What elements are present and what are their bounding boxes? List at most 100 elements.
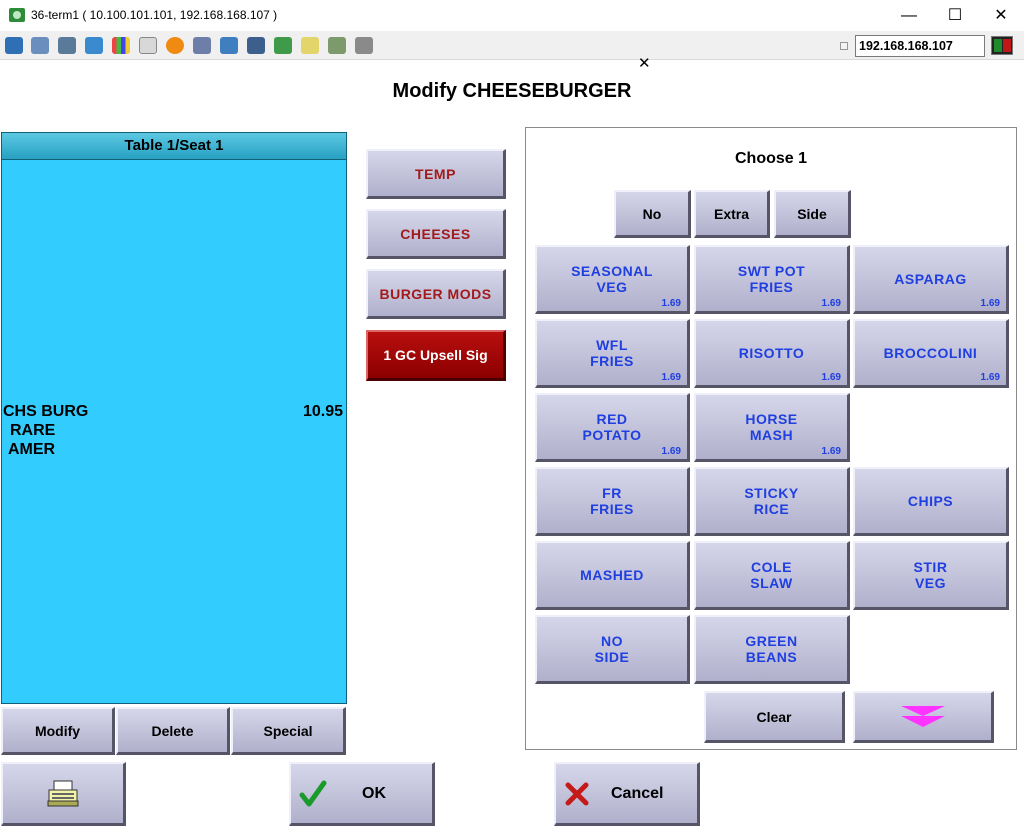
option-asparag[interactable]: ASPARAG 1.69: [853, 245, 1009, 314]
tools-icon[interactable]: [58, 37, 76, 54]
option-price: 1.69: [661, 446, 681, 457]
connection-status-icon: [991, 36, 1013, 55]
double-chevron-down-icon: [901, 705, 945, 727]
option-label: STICKY RICE: [744, 485, 799, 517]
option-fr-fries[interactable]: FR FRIES: [535, 467, 690, 536]
special-button-label: Special: [263, 722, 313, 739]
check-body[interactable]: CHS BURG 10.95 RARE AMER: [1, 160, 347, 704]
windows-icon[interactable]: [31, 37, 49, 54]
window-title: 36-term1 ( 10.100.101.101, 192.168.168.1…: [31, 8, 278, 22]
document-icon[interactable]: [301, 37, 319, 54]
print-button[interactable]: [1, 762, 126, 826]
option-stir-veg[interactable]: STIR VEG: [853, 541, 1009, 610]
option-red-potato[interactable]: RED POTATO 1.69: [535, 393, 690, 462]
burger-mods-button[interactable]: BURGER MODS: [366, 269, 506, 319]
side-prefix-label: Side: [797, 205, 827, 222]
option-wfl-fries[interactable]: WFL FRIES 1.69: [535, 319, 690, 388]
item-price: 10.95: [303, 403, 344, 420]
temp-label: TEMP: [415, 165, 456, 182]
special-button[interactable]: Special: [231, 707, 346, 755]
upsell-label: 1 GC Upsell Sig: [383, 347, 488, 363]
option-price: 1.69: [980, 298, 1000, 309]
option-label: GREEN BEANS: [745, 633, 798, 665]
cancel-button[interactable]: Cancel: [554, 762, 700, 826]
option-label: STIR VEG: [913, 559, 948, 591]
clear-button[interactable]: Clear: [704, 691, 845, 743]
option-label: NO SIDE: [594, 633, 630, 665]
option-broccolini[interactable]: BROCCOLINI 1.69: [853, 319, 1009, 388]
option-label: RISOTTO: [738, 345, 805, 361]
option-price: 1.69: [821, 372, 841, 383]
ok-label: OK: [362, 784, 386, 802]
option-risotto[interactable]: RISOTTO 1.69: [694, 319, 850, 388]
option-label: FR FRIES: [590, 485, 634, 517]
option-cole-slaw[interactable]: COLE SLAW: [694, 541, 850, 610]
delete-button[interactable]: Delete: [116, 707, 230, 755]
delete-button-label: Delete: [151, 722, 194, 739]
item-modifier[interactable]: AMER: [8, 441, 55, 459]
download-icon[interactable]: [274, 37, 292, 54]
cheeses-button[interactable]: CHEESES: [366, 209, 506, 259]
option-sticky-rice[interactable]: STICKY RICE: [694, 467, 850, 536]
option-price: 1.69: [821, 446, 841, 457]
side-prefix-button[interactable]: Side: [774, 190, 851, 238]
option-price: 1.69: [980, 372, 1000, 383]
option-price: 1.69: [661, 372, 681, 383]
network-icon[interactable]: [193, 37, 211, 54]
close-button[interactable]: ✕: [978, 0, 1024, 31]
cheeses-label: CHEESES: [400, 225, 471, 242]
option-price: 1.69: [821, 298, 841, 309]
no-prefix-button[interactable]: No: [614, 190, 691, 238]
refresh-icon[interactable]: [85, 37, 103, 54]
ip-address-input[interactable]: [855, 35, 985, 57]
option-horse-mash[interactable]: HORSE MASH 1.69: [694, 393, 850, 462]
option-seasonal-veg[interactable]: SEASONAL VEG 1.69: [535, 245, 690, 314]
option-mashed[interactable]: MASHED: [535, 541, 690, 610]
chat-icon[interactable]: [355, 37, 373, 54]
option-label: SEASONAL VEG: [571, 263, 653, 295]
item-modifier[interactable]: RARE: [10, 422, 55, 440]
app-icon: [9, 8, 25, 22]
option-chips[interactable]: CHIPS: [853, 467, 1009, 536]
option-label: ASPARAG: [894, 271, 967, 287]
choose-title: Choose 1: [734, 150, 807, 167]
option-label: SWT POT FRIES: [737, 263, 806, 295]
temp-button[interactable]: TEMP: [366, 149, 506, 199]
display-icon[interactable]: [247, 37, 265, 54]
remote-toolbar: [0, 31, 1024, 60]
maximize-button[interactable]: ☐: [932, 0, 978, 31]
option-price: 1.69: [661, 298, 681, 309]
no-prefix-label: No: [642, 205, 662, 222]
windows-flag-icon[interactable]: [112, 37, 130, 54]
keyboard-icon[interactable]: [139, 37, 157, 54]
clear-label: Clear: [756, 708, 792, 725]
option-label: MASHED: [580, 567, 644, 583]
printer-icon: [47, 780, 79, 806]
next-page-button[interactable]: [853, 691, 994, 743]
map-icon[interactable]: [328, 37, 346, 54]
checkmark-icon: [299, 780, 327, 806]
option-no-side[interactable]: NO SIDE: [535, 615, 690, 684]
option-green-beans[interactable]: GREEN BEANS: [694, 615, 850, 684]
dialog-title: Modify CHEESEBURGER: [392, 80, 632, 102]
option-label: BROCCOLINI: [883, 345, 978, 361]
modify-button-label: Modify: [34, 722, 81, 739]
check-header: Table 1/Seat 1: [1, 132, 347, 160]
item-name[interactable]: CHS BURG: [3, 403, 88, 421]
option-swt-pot-fries[interactable]: SWT POT FRIES 1.69: [694, 245, 850, 314]
minimize-button[interactable]: —: [886, 0, 932, 31]
option-label: RED POTATO: [582, 411, 642, 443]
option-label: HORSE MASH: [745, 411, 798, 443]
alert-icon[interactable]: [166, 37, 184, 54]
ok-button[interactable]: OK: [289, 762, 435, 826]
extra-prefix-button[interactable]: Extra: [694, 190, 770, 238]
option-label: COLE SLAW: [750, 559, 793, 591]
resize-icon[interactable]: [840, 42, 848, 50]
upsell-button[interactable]: 1 GC Upsell Sig: [366, 330, 506, 381]
cancel-x-icon: [565, 782, 589, 805]
modify-button[interactable]: Modify: [1, 707, 115, 755]
monitor-icon[interactable]: [5, 37, 23, 54]
fullscreen-icon[interactable]: [220, 37, 238, 54]
extra-prefix-label: Extra: [713, 205, 750, 222]
cursor-icon: ✕: [638, 55, 651, 72]
